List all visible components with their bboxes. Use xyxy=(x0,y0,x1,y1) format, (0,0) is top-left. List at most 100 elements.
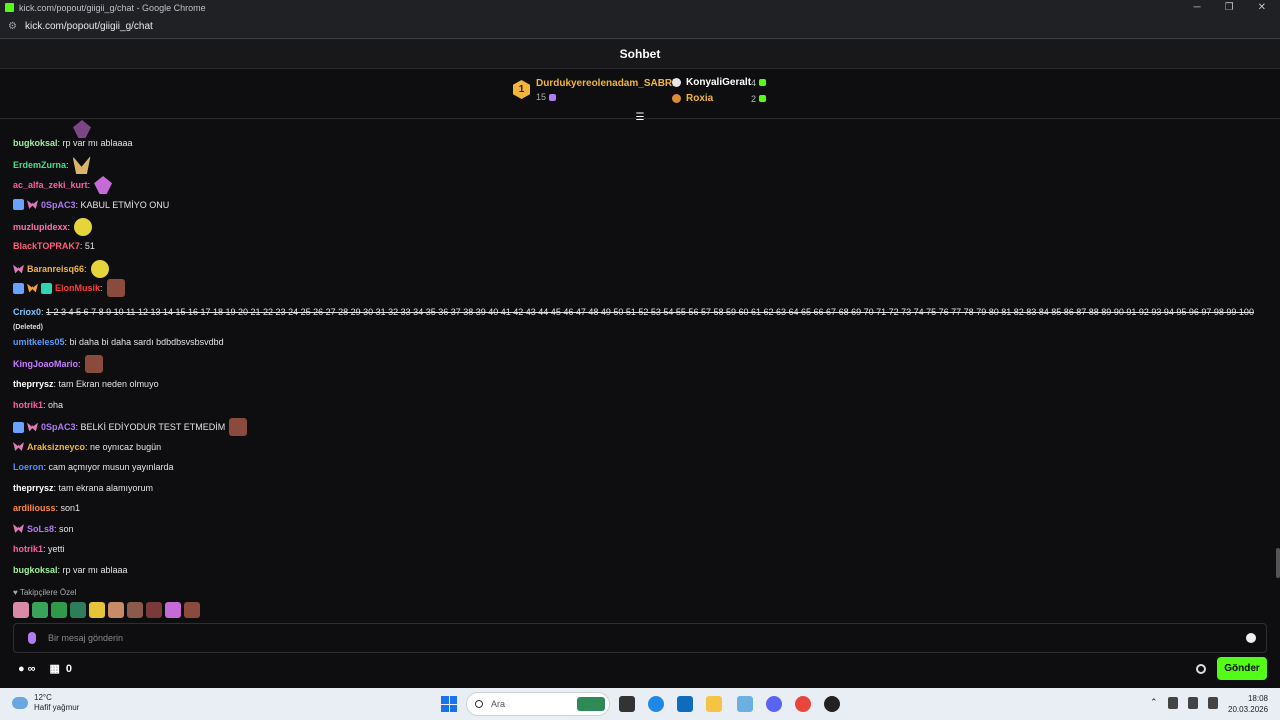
chat-message-deleted[interactable]: Criox0: 1 2 3 4 5 6 7 8 9 10 11 12 13 14… xyxy=(13,305,1263,335)
chat-message[interactable]: 0SpAC3 : BELKİ EDİYODUR TEST ETMEDİM xyxy=(13,418,248,436)
chat-bottom-controls: ● ∞ ▦ 0 Gönder xyxy=(0,657,1280,683)
chat-message[interactable]: bugkoksal : rp var mı ablaaaa xyxy=(13,138,133,148)
quick-emote-icon[interactable] xyxy=(32,602,48,618)
chat-username[interactable]: 0SpAC3 xyxy=(41,422,76,432)
quick-emote-icon[interactable] xyxy=(51,602,67,618)
chat-username[interactable]: Baranreisq66 xyxy=(27,264,84,274)
leaderboard-third-name[interactable]: Roxia xyxy=(686,93,713,104)
butterfly-badge-icon xyxy=(13,264,24,274)
leaderboard-first[interactable]: 1 Durdukyereolenadam_SABRI 15 xyxy=(513,78,675,102)
chat-message[interactable]: ac_alfa_zeki_kurt : xyxy=(13,176,113,194)
quick-emote-icon[interactable] xyxy=(70,602,86,618)
chat-input-box[interactable] xyxy=(13,623,1267,653)
task-view-icon[interactable] xyxy=(619,696,635,712)
chat-message[interactable]: bugkoksal : rp var mı ablaaa xyxy=(13,565,128,575)
store-icon[interactable]: ▦ xyxy=(50,662,60,675)
chat-username[interactable]: Loeron xyxy=(13,462,44,472)
chat-username[interactable]: ErdemZurna xyxy=(13,160,66,170)
quick-emote-icon[interactable] xyxy=(184,602,200,618)
url-text[interactable]: kick.com/popout/giigii_g/chat xyxy=(25,21,153,32)
leaderboard-second[interactable]: KonyaliGeralt 4 xyxy=(672,77,767,88)
chat-message[interactable]: ElonMusik : xyxy=(13,279,125,297)
chat-username[interactable]: muzlupidexx xyxy=(13,222,68,232)
chrome-icon[interactable] xyxy=(795,696,811,712)
chat-username[interactable]: 0SpAC3 xyxy=(41,200,76,210)
settings-app-icon[interactable] xyxy=(737,696,753,712)
chat-message[interactable]: SoLs8 : son xyxy=(13,523,74,534)
chat-message[interactable]: umitkeles05 : bi daha bi daha sardı bdbd… xyxy=(13,337,224,347)
taskbar-clock[interactable]: 18:08 20.03.2026 xyxy=(1228,693,1268,715)
weather-widget[interactable]: 12°C Hafif yağmur xyxy=(12,693,79,713)
chat-username[interactable]: KingJoaoMario xyxy=(13,359,78,369)
chat-username[interactable]: BlackTOPRAK7 xyxy=(13,241,80,251)
emoji-picker-icon[interactable] xyxy=(1246,633,1256,643)
chat-messages[interactable]: bugkoksal : rp var mı ablaaaa ErdemZurna… xyxy=(0,120,1280,585)
mic-tray-icon[interactable] xyxy=(1167,697,1178,709)
leaderboard-second-name[interactable]: KonyaliGeralt xyxy=(686,77,751,88)
quick-emote-icon[interactable] xyxy=(89,602,105,618)
chat-message-input[interactable] xyxy=(48,633,1246,643)
heart-icon: ♥ xyxy=(13,588,18,597)
send-button[interactable]: Gönder xyxy=(1217,657,1267,680)
butterfly-badge-icon xyxy=(27,422,38,432)
chat-message[interactable]: Loeron : cam açmıyor musun yayınlarda xyxy=(13,462,174,472)
face-emote-icon xyxy=(229,418,248,436)
chat-message-partial xyxy=(13,120,91,138)
tray-chevron-icon[interactable]: ⌃ xyxy=(1150,697,1158,709)
infinity-icon[interactable]: ∞ xyxy=(28,663,36,675)
chat-message[interactable]: hotrik1 : yetti xyxy=(13,544,65,554)
chat-message[interactable]: hotrik1 : oha xyxy=(13,400,63,410)
chat-username[interactable]: hotrik1 xyxy=(13,400,43,410)
file-explorer-icon[interactable] xyxy=(706,696,722,712)
address-bar[interactable]: ⚙ kick.com/popout/giigii_g/chat xyxy=(0,15,1280,39)
chat-username[interactable]: SoLs8 xyxy=(27,524,54,534)
chat-username[interactable]: bugkoksal xyxy=(13,565,58,575)
chat-message[interactable]: theprrysz : tam ekrana alamıyorum xyxy=(13,483,153,493)
quick-emote-icon[interactable] xyxy=(146,602,162,618)
chat-message[interactable]: Baranreisq66 : xyxy=(13,260,109,278)
chat-message[interactable]: 0SpAC3 : KABUL ETMİYO ONU xyxy=(13,199,169,210)
windows-start-icon[interactable] xyxy=(441,696,457,712)
quick-emote-icon[interactable] xyxy=(165,602,181,618)
settings-gear-icon[interactable] xyxy=(1196,664,1206,674)
chat-username[interactable]: theprrysz xyxy=(13,483,54,493)
quick-emote-icon[interactable] xyxy=(108,602,124,618)
chat-username[interactable]: ardiliouss xyxy=(13,503,56,513)
chat-scrollbar[interactable] xyxy=(1276,548,1280,578)
chat-message[interactable]: ardiliouss : son1 xyxy=(13,503,80,513)
chat-message[interactable]: ErdemZurna : xyxy=(13,156,91,174)
chat-message[interactable]: BlackTOPRAK7 : 51 xyxy=(13,241,95,251)
chat-username[interactable]: umitkeles05 xyxy=(13,337,65,347)
volume-icon[interactable] xyxy=(1207,697,1218,709)
chat-username[interactable]: Criox0 xyxy=(13,307,41,317)
maximize-icon[interactable]: ❐ xyxy=(1225,2,1234,13)
site-info-icon[interactable]: ⚙ xyxy=(8,21,17,32)
chat-username[interactable]: ac_alfa_zeki_kurt xyxy=(13,180,88,190)
network-icon[interactable] xyxy=(1187,697,1198,709)
chat-username[interactable]: ElonMusik xyxy=(55,283,100,293)
leaderboard-third[interactable]: Roxia 2 xyxy=(672,93,767,104)
chat-message[interactable]: muzlupidexx : xyxy=(13,218,93,236)
discord-icon[interactable] xyxy=(766,696,782,712)
chat-message[interactable]: Araksizneyco : ne oynıcaz bugün xyxy=(13,441,161,452)
taskbar-search[interactable]: Ara xyxy=(466,692,610,716)
subscriber-badge-icon xyxy=(13,421,24,433)
quick-emote-icon[interactable] xyxy=(127,602,143,618)
edge-icon[interactable] xyxy=(648,696,664,712)
quick-emote-icon[interactable] xyxy=(13,602,29,618)
steam-icon[interactable] xyxy=(824,696,840,712)
chat-username[interactable]: theprrysz xyxy=(13,379,54,389)
quick-emote-bar xyxy=(13,602,200,618)
leaderboard-first-name[interactable]: Durdukyereolenadam_SABRI xyxy=(536,78,675,89)
chat-message[interactable]: KingJoaoMario : xyxy=(13,355,103,373)
chat-username[interactable]: hotrik1 xyxy=(13,544,43,554)
user-badge-icon[interactable]: ● xyxy=(18,663,25,675)
chat-username[interactable]: Araksizneyco xyxy=(27,442,85,452)
search-icon xyxy=(475,700,483,708)
chat-message[interactable]: theprrysz : tam Ekran neden olmuyo xyxy=(13,379,159,389)
store-app-icon[interactable] xyxy=(677,696,693,712)
microphone-icon[interactable] xyxy=(28,632,36,644)
chat-username[interactable]: bugkoksal xyxy=(13,138,58,148)
minimize-icon[interactable]: ─ xyxy=(1194,2,1201,13)
close-icon[interactable]: ✕ xyxy=(1258,2,1266,13)
